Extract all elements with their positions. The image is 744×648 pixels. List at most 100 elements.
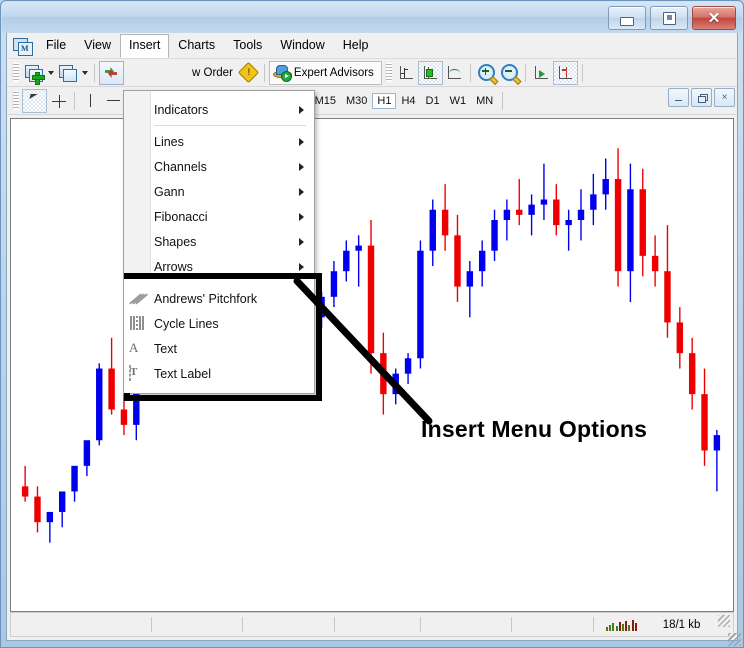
timeframe-m30[interactable]: M30 xyxy=(341,93,372,109)
profiles-icon[interactable] xyxy=(56,62,79,84)
client-area: M File View Insert Charts Tools Window H… xyxy=(6,33,738,641)
candlestick-chart[interactable] xyxy=(11,119,733,611)
toolbar-grip-2[interactable] xyxy=(385,63,392,82)
window-resize-grip[interactable] xyxy=(728,633,741,646)
menu-label-channels: Channels xyxy=(154,160,207,174)
tools-sep-1 xyxy=(74,92,75,110)
tools-grip[interactable] xyxy=(12,91,19,110)
status-cell-5 xyxy=(421,617,512,632)
mdi-restore-button[interactable] xyxy=(691,88,712,107)
profiles-dropdown-icon[interactable] xyxy=(79,62,90,84)
menu-item-indicators[interactable]: Indicators xyxy=(124,97,314,122)
status-cell-3 xyxy=(243,617,335,632)
annotation-label: Insert Menu Options xyxy=(421,416,647,443)
status-resize-grip[interactable] xyxy=(718,615,730,627)
menu-separator xyxy=(154,125,306,126)
menu-item-insert[interactable]: Insert xyxy=(120,34,169,58)
submenu-arrow-icon xyxy=(299,263,304,271)
insert-dropdown-menu[interactable]: Indicators Lines Channels Gann Fibonacci xyxy=(123,90,315,394)
mdi-window-controls: × xyxy=(668,88,735,107)
crosshair-icon[interactable] xyxy=(47,90,70,112)
highlighted-menu-group: Andrews' Pitchfork Cycle Lines A Text T … xyxy=(124,279,314,393)
menu-item-cycle-lines[interactable]: Cycle Lines xyxy=(124,311,314,336)
menu-label-text: Text xyxy=(154,342,177,356)
status-cell-6 xyxy=(512,617,594,632)
window-maximize-button[interactable] xyxy=(650,6,688,30)
zoom-in-icon[interactable] xyxy=(475,62,498,84)
zoom-out-icon[interactable] xyxy=(498,62,521,84)
application-window: ✕ M File View Insert Charts Tools Window… xyxy=(0,0,744,648)
swap-icon[interactable] xyxy=(99,61,124,85)
cursor-icon[interactable] xyxy=(22,89,47,113)
submenu-arrow-icon xyxy=(299,238,304,246)
cycle-lines-icon xyxy=(129,316,145,331)
submenu-arrow-icon xyxy=(299,106,304,114)
expert-advisors-label: Expert Advisors xyxy=(290,67,378,79)
tools-sep-2 xyxy=(502,92,503,110)
window-minimize-button[interactable] xyxy=(608,6,646,30)
timeframe-mn[interactable]: MN xyxy=(471,93,498,109)
timeframe-w1[interactable]: W1 xyxy=(445,93,472,109)
menu-item-text[interactable]: A Text xyxy=(124,336,314,361)
menu-label-text-label: Text Label xyxy=(154,367,211,381)
status-traffic-label: 18/1 kb xyxy=(663,619,701,631)
new-order-label[interactable]: w Order xyxy=(188,67,237,79)
menu-label-cycle-lines: Cycle Lines xyxy=(154,317,219,331)
expert-advisors-icon xyxy=(273,65,290,80)
metatrader-icon: M xyxy=(13,37,32,55)
toolbar-separator-5 xyxy=(582,64,583,82)
chart-window[interactable] xyxy=(10,118,734,612)
menu-item-text-label[interactable]: T Text Label xyxy=(124,361,314,386)
menu-label-arrows: Arrows xyxy=(154,260,193,274)
vertical-line-icon[interactable] xyxy=(79,90,102,112)
menu-item-channels[interactable]: Channels xyxy=(124,154,314,179)
mdi-minimize-icon xyxy=(675,100,682,101)
submenu-arrow-icon xyxy=(299,188,304,196)
timeframe-h4[interactable]: H4 xyxy=(396,93,420,109)
mdi-minimize-button[interactable] xyxy=(668,88,689,107)
menu-item-arrows[interactable]: Arrows xyxy=(124,254,314,279)
expert-advisors-button[interactable]: Expert Advisors xyxy=(269,61,382,85)
menu-item-help[interactable]: Help xyxy=(334,34,378,57)
toolbar-grip[interactable] xyxy=(12,63,19,82)
candlestick-chart-icon[interactable] xyxy=(418,61,443,85)
pitchfork-icon xyxy=(129,291,145,306)
bar-chart-icon[interactable] xyxy=(395,62,418,84)
menu-item-andrews-pitchfork[interactable]: Andrews' Pitchfork xyxy=(124,286,314,311)
close-icon: ✕ xyxy=(708,11,721,26)
toolbar-separator-2 xyxy=(264,64,265,82)
line-chart-icon[interactable] xyxy=(443,62,466,84)
status-bar: 18/1 kb xyxy=(10,612,734,637)
new-chart-icon[interactable] xyxy=(22,62,45,84)
text-icon: A xyxy=(129,341,145,356)
mdi-restore-icon xyxy=(698,94,706,102)
timeframe-h1[interactable]: H1 xyxy=(372,93,396,109)
menu-item-gann[interactable]: Gann xyxy=(124,179,314,204)
toolbar-separator-3 xyxy=(470,64,471,82)
maximize-icon xyxy=(663,12,676,25)
horizontal-line-icon[interactable] xyxy=(102,90,125,112)
timeframe-d1[interactable]: D1 xyxy=(421,93,445,109)
submenu-arrow-icon xyxy=(299,213,304,221)
mdi-close-button[interactable]: × xyxy=(714,88,735,107)
tools-toolbar: M1 M5 M15 M30 H1 H4 D1 W1 MN xyxy=(7,87,737,115)
menu-label-lines: Lines xyxy=(154,135,184,149)
alert-diamond-icon[interactable]: ! xyxy=(237,62,260,84)
menu-item-fibonacci[interactable]: Fibonacci xyxy=(124,204,314,229)
menu-item-tools[interactable]: Tools xyxy=(224,34,271,57)
menu-item-file[interactable]: File xyxy=(37,34,75,57)
menu-item-shapes[interactable]: Shapes xyxy=(124,229,314,254)
toolbar-separator-4 xyxy=(525,64,526,82)
window-close-button[interactable]: ✕ xyxy=(692,6,736,30)
menu-item-window[interactable]: Window xyxy=(271,34,333,57)
new-chart-dropdown-icon[interactable] xyxy=(45,62,56,84)
main-toolbar: w Order ! Expert Advisors xyxy=(7,59,737,87)
auto-scroll-icon[interactable] xyxy=(553,61,578,85)
menu-item-lines[interactable]: Lines xyxy=(124,129,314,154)
status-cell-2 xyxy=(152,617,243,632)
menu-item-charts[interactable]: Charts xyxy=(169,34,224,57)
menu-item-view[interactable]: View xyxy=(75,34,120,57)
submenu-arrow-icon xyxy=(299,138,304,146)
scroll-end-icon[interactable] xyxy=(530,62,553,84)
window-controls: ✕ xyxy=(608,6,736,30)
